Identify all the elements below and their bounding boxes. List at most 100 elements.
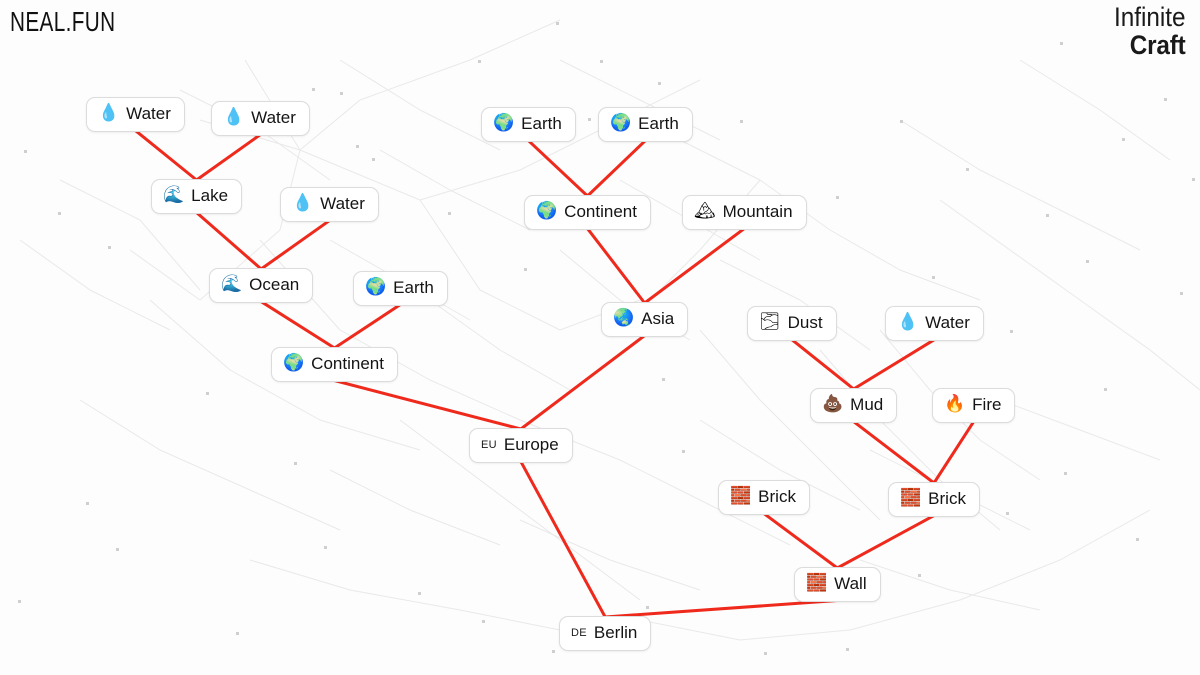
craft-line-water4-to-mud: [852, 338, 936, 391]
element-node-earth3[interactable]: 🌍 Earth: [353, 271, 448, 306]
infinite-craft-canvas[interactable]: NEAL.FUN Infinite Craft 💧 Water 💧 Water 🌊 Lak…: [0, 0, 1200, 675]
element-node-water1[interactable]: 💧 Water: [86, 97, 185, 132]
web-dot: [764, 652, 767, 655]
web-line: [939, 199, 1011, 251]
element-node-water3[interactable]: 💧 Water: [280, 187, 379, 222]
web-dot: [58, 212, 61, 215]
web-line: [1079, 429, 1161, 461]
web-dot: [524, 268, 527, 271]
element-node-mud[interactable]: 💩 Mud: [810, 388, 898, 423]
web-line: [1099, 109, 1171, 161]
web-line: [829, 229, 901, 271]
element-node-water4[interactable]: 💧 Water: [885, 306, 984, 341]
web-dot: [658, 82, 661, 85]
web-line: [159, 449, 251, 491]
element-label: Water: [320, 194, 365, 213]
wave-icon: 🌊: [221, 274, 243, 295]
element-node-fire[interactable]: 🔥 Fire: [932, 388, 1016, 423]
element-node-mountain[interactable]: 🏔 Mountain: [682, 195, 807, 230]
web-line: [469, 19, 561, 61]
web-dot: [116, 548, 119, 551]
web-line: [409, 509, 501, 546]
web-line: [139, 219, 201, 291]
web-dot: [482, 620, 485, 623]
element-node-water2[interactable]: 💧 Water: [211, 101, 310, 136]
element-label: Brick: [758, 487, 796, 506]
web-dot: [448, 212, 451, 215]
web-dot: [556, 22, 559, 25]
web-line: [959, 559, 1061, 601]
water-droplet-icon: 💧: [897, 312, 919, 333]
web-line: [639, 619, 741, 641]
element-node-continent2[interactable]: 🌍 Continent: [524, 195, 651, 230]
web-dot: [1192, 178, 1195, 181]
element-node-brick1[interactable]: 🧱 Brick: [718, 480, 810, 515]
element-node-ocean[interactable]: 🌊 Ocean: [209, 268, 314, 303]
element-node-asia[interactable]: 🌏 Asia: [601, 302, 689, 337]
brick-icon: 🧱: [730, 486, 752, 507]
craft-line-mountain-to-asia: [643, 227, 746, 305]
craft-line-brick1-to-wall: [762, 512, 839, 570]
element-label: Continent: [564, 202, 637, 221]
web-line: [499, 349, 571, 391]
web-dot: [1104, 388, 1107, 391]
element-label: Ocean: [249, 275, 300, 294]
web-line: [59, 179, 141, 221]
element-label: Mountain: [722, 202, 793, 221]
web-line: [379, 149, 451, 191]
web-dot: [356, 145, 359, 148]
element-node-earth1[interactable]: 🌍 Earth: [481, 107, 576, 142]
web-line: [249, 559, 351, 591]
web-dot: [24, 150, 27, 153]
element-label: Wall: [834, 574, 867, 593]
element-node-europe[interactable]: EU Europe: [469, 428, 573, 463]
element-node-wall[interactable]: 🧱 Wall: [794, 567, 881, 602]
web-line: [359, 59, 471, 101]
element-node-continent1[interactable]: 🌍 Continent: [271, 347, 398, 382]
web-dot: [900, 120, 903, 123]
globe-icon: 🌍: [365, 277, 387, 298]
web-line: [449, 189, 531, 231]
web-line: [479, 289, 561, 331]
web-dot: [108, 246, 111, 249]
web-dot: [340, 92, 343, 95]
web-line: [399, 419, 481, 481]
web-dot: [418, 592, 421, 595]
web-dot: [836, 196, 839, 199]
web-line: [19, 239, 91, 291]
web-line: [1059, 509, 1151, 561]
eu-flag-icon: EU: [481, 439, 497, 452]
snow-mountain-icon: 🏔: [694, 201, 716, 222]
web-line: [639, 249, 701, 311]
element-node-earth2[interactable]: 🌍 Earth: [598, 107, 693, 142]
craft-line-ocean-to-continent1: [259, 300, 336, 350]
wave-icon: 🌊: [163, 185, 185, 206]
craft-line-lake-to-ocean: [195, 211, 263, 271]
web-line: [699, 419, 781, 471]
element-node-berlin[interactable]: DE Berlin: [559, 616, 652, 651]
web-line: [559, 539, 641, 601]
web-dot: [18, 600, 21, 603]
web-line: [349, 589, 461, 611]
infinite-craft-logo: Infinite Craft: [1106, 3, 1186, 59]
element-label: Mud: [850, 395, 884, 414]
water-droplet-icon: 💧: [98, 103, 120, 124]
brick-icon: 🧱: [900, 488, 922, 509]
neal-fun-logo[interactable]: NEAL.FUN: [10, 6, 115, 38]
web-line: [79, 399, 161, 451]
element-label: Dust: [787, 313, 823, 332]
craft-line-dust-to-mud: [790, 338, 856, 391]
element-node-dust[interactable]: 🌫 Dust: [747, 306, 837, 341]
element-node-brick2[interactable]: 🧱 Brick: [888, 482, 980, 517]
water-droplet-icon: 💧: [292, 193, 314, 214]
craft-line-water1-to-lake: [133, 129, 199, 182]
fire-icon: 🔥: [944, 394, 966, 415]
element-label: Earth: [638, 114, 679, 133]
globe-asia-icon: 🌏: [613, 308, 635, 329]
web-line: [1009, 249, 1081, 301]
element-node-lake[interactable]: 🌊 Lake: [151, 179, 243, 214]
web-line: [319, 419, 421, 451]
craft-line-brick2-to-wall: [835, 514, 936, 570]
de-flag-icon: DE: [571, 627, 587, 640]
web-dot: [478, 60, 481, 63]
